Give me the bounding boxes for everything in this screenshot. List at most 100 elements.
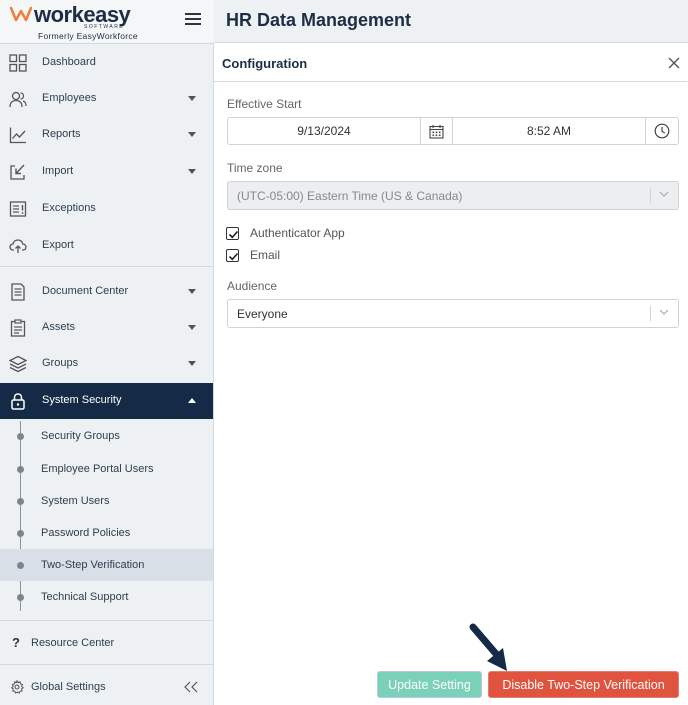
sidebar-item-label: Exceptions <box>42 202 96 214</box>
chevron-down-icon <box>188 361 196 366</box>
field-separator <box>420 118 421 144</box>
bullet-dot <box>17 530 24 537</box>
bullet-dot <box>17 594 24 601</box>
update-setting-button[interactable]: Update Setting <box>377 671 482 698</box>
sidebar-item-employees[interactable]: Employees <box>0 81 213 117</box>
workeasy-logo-icon <box>10 6 32 22</box>
layers-icon <box>9 355 27 373</box>
sidebar-item-label: Import <box>42 165 74 177</box>
sidebar-item-groups[interactable]: Groups <box>0 346 213 382</box>
authenticator-app-label: Authenticator App <box>250 226 345 240</box>
sidebar-item-export[interactable]: Export <box>0 228 213 264</box>
sidebar-item-label: Assets <box>42 321 76 333</box>
configuration-panel-header: Configuration <box>214 44 687 82</box>
import-icon <box>10 164 25 180</box>
audience-select[interactable]: Everyone <box>227 299 679 328</box>
audience-label: Audience <box>227 279 278 293</box>
sidebar: workeasy SOFTWARE Formerly EasyWorkforce… <box>0 0 214 705</box>
global-settings-label: Global Settings <box>31 681 106 693</box>
authenticator-app-option[interactable]: Authenticator App <box>226 225 376 243</box>
date-input[interactable]: 9/13/2024 <box>228 118 420 144</box>
cloud-upload-icon <box>9 239 27 253</box>
close-icon[interactable] <box>667 56 681 70</box>
document-icon <box>11 283 25 301</box>
brand-former-name: Formerly EasyWorkforce <box>38 31 138 41</box>
sidebar-subitem-label: Two-Step Verification <box>41 559 145 571</box>
bullet-dot <box>17 498 24 505</box>
bullet-dot <box>17 466 24 473</box>
sidebar-subitem-employee-portal-users[interactable]: Employee Portal Users <box>0 453 213 485</box>
sidebar-item-label: Groups <box>42 357 79 369</box>
exceptions-icon <box>9 201 27 217</box>
checkmark-icon <box>228 230 239 239</box>
email-checkbox[interactable] <box>226 249 239 262</box>
sidebar-subitem-password-policies[interactable]: Password Policies <box>0 517 213 549</box>
sidebar-subitem-two-step-verification[interactable]: Two-Step Verification <box>0 549 213 581</box>
lock-icon <box>11 393 25 410</box>
sidebar-divider <box>0 620 213 621</box>
chevron-down-icon <box>188 289 196 294</box>
clipboard-icon <box>10 319 26 337</box>
sidebar-item-import[interactable]: Import <box>0 154 213 190</box>
sidebar-item-dashboard[interactable]: Dashboard <box>0 45 213 81</box>
page-title: HR Data Management <box>226 10 412 30</box>
sidebar-subitem-label: Password Policies <box>41 527 131 539</box>
bullet-dot <box>17 562 24 569</box>
timezone-value: (UTC-05:00) Eastern Time (US & Canada) <box>237 189 463 203</box>
authenticator-app-checkbox[interactable] <box>226 227 239 240</box>
sidebar-divider <box>0 664 213 665</box>
timezone-label: Time zone <box>227 161 283 175</box>
effective-start-label: Effective Start <box>227 97 302 111</box>
sidebar-item-system-security[interactable]: System Security <box>0 383 213 419</box>
calendar-icon[interactable] <box>429 124 444 139</box>
sidebar-subitem-label: System Users <box>41 495 110 507</box>
sidebar-item-label: Dashboard <box>42 56 96 68</box>
email-label: Email <box>250 248 281 262</box>
sidebar-item-exceptions[interactable]: Exceptions <box>0 191 213 227</box>
brand-logo: workeasy SOFTWARE Formerly EasyWorkforce <box>0 0 214 44</box>
grid-icon <box>9 54 27 72</box>
sidebar-item-label: Export <box>42 239 74 251</box>
pointer-arrow-icon <box>469 623 507 671</box>
sidebar-subitem-technical-support[interactable]: Technical Support <box>0 581 213 613</box>
sidebar-item-reports[interactable]: Reports <box>0 117 213 153</box>
chevron-down-icon <box>659 309 669 315</box>
audience-value: Everyone <box>237 307 288 321</box>
sidebar-subitem-label: Employee Portal Users <box>41 463 154 475</box>
effective-start-field: 9/13/2024 8:52 AM <box>227 117 679 145</box>
sidebar-item-assets[interactable]: Assets <box>0 310 213 346</box>
resource-center-link[interactable]: ? Resource Center <box>0 627 213 659</box>
checkmark-icon <box>228 252 239 261</box>
global-settings-link[interactable]: Global Settings <box>0 671 213 703</box>
chevron-down-icon <box>188 325 196 330</box>
hamburger-icon[interactable] <box>185 13 201 27</box>
sidebar-item-label: Reports <box>42 128 81 140</box>
page-header: HR Data Management <box>214 0 688 43</box>
double-chevron-left-icon[interactable] <box>183 681 199 693</box>
email-option[interactable]: Email <box>226 247 326 265</box>
chevron-down-icon <box>659 191 669 197</box>
question-icon: ? <box>12 635 20 650</box>
sidebar-item-label: Employees <box>42 92 97 104</box>
field-separator <box>645 118 646 144</box>
brand-sub: SOFTWARE <box>84 24 125 30</box>
sidebar-item-document-center[interactable]: Document Center <box>0 274 213 310</box>
gear-icon <box>10 680 24 694</box>
sidebar-subitem-system-users[interactable]: System Users <box>0 485 213 517</box>
select-separator <box>650 306 651 321</box>
chevron-down-icon <box>188 96 196 101</box>
disable-two-step-button[interactable]: Disable Two-Step Verification <box>488 671 679 698</box>
bullet-dot <box>17 433 24 440</box>
sidebar-subitem-security-groups[interactable]: Security Groups <box>0 420 213 452</box>
chevron-down-icon <box>188 132 196 137</box>
chart-icon <box>9 127 26 144</box>
clock-icon[interactable] <box>654 123 670 139</box>
main-content: HR Data Management Configuration Effecti… <box>214 0 688 705</box>
select-separator <box>650 188 651 203</box>
resource-center-label: Resource Center <box>31 637 115 649</box>
timezone-select[interactable]: (UTC-05:00) Eastern Time (US & Canada) <box>227 181 679 210</box>
sidebar-item-label: Document Center <box>42 285 129 297</box>
panel-title: Configuration <box>222 56 308 71</box>
time-input[interactable]: 8:52 AM <box>453 118 645 144</box>
sidebar-divider <box>0 266 213 267</box>
